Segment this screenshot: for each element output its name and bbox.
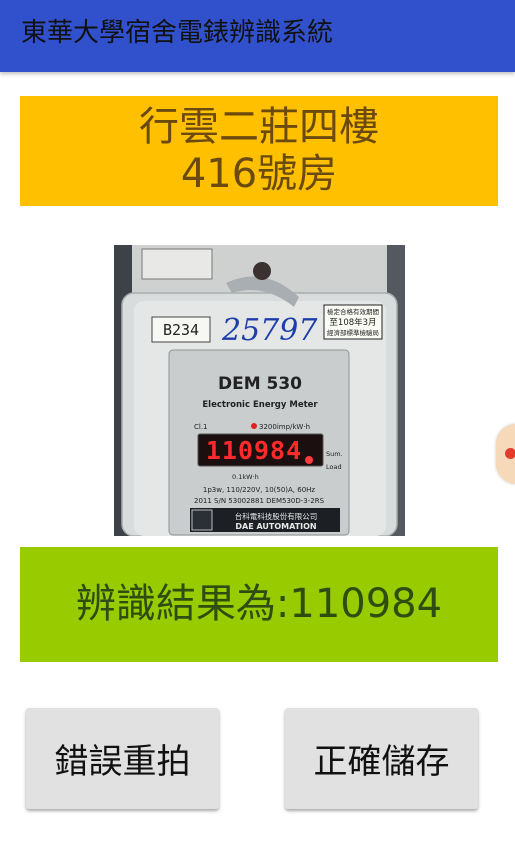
meter-spec: 1p3w, 110/220V, 10(50)A, 60Hz — [203, 486, 316, 494]
pulse-led — [251, 423, 257, 429]
sum-label: Sum. — [326, 450, 343, 458]
retake-button[interactable]: 錯誤重拍 — [26, 708, 219, 809]
edge-dot-icon — [505, 448, 515, 459]
floating-edge-handle[interactable] — [496, 424, 515, 484]
sticker-line1: 檢定合格有效期間 — [327, 307, 379, 316]
building-floor-label: 行雲二莊四樓 — [139, 104, 379, 150]
app-bar: 東華大學宿舍電錶辨識系統 — [0, 0, 515, 72]
sticker-line2: 至108年3月 — [329, 317, 376, 328]
meter-photo-image: B234 25797 檢定合格有效期間 至108年3月 經濟部標準檢驗局 DEM… — [114, 245, 405, 536]
meter-serial: 2011 S/N 53002881 DEM530D-3-2RS — [194, 497, 325, 505]
manufacturer-logo — [191, 509, 213, 531]
meter-tag-text: B234 — [163, 321, 199, 339]
meter-class: Cl.1 — [194, 423, 208, 431]
result-banner: 辨識結果為:110984 — [20, 547, 498, 662]
seal-knob — [253, 262, 271, 280]
room-number-label: 416號房 — [180, 151, 338, 197]
manufacturer-en: DAE AUTOMATION — [235, 522, 316, 531]
handwritten-number: 25797 — [221, 313, 318, 348]
room-banner: 行雲二莊四樓 416號房 — [20, 96, 498, 206]
meter-subtitle: Electronic Energy Meter — [202, 400, 318, 410]
save-button[interactable]: 正確儲存 — [285, 708, 478, 809]
meter-photo: B234 25797 檢定合格有效期間 至108年3月 經濟部標準檢驗局 DEM… — [114, 245, 405, 536]
meter-constant: 3200imp/kW·h — [259, 423, 310, 431]
sticker-line3: 經濟部標準檢驗局 — [327, 328, 379, 337]
meter-resolution: 0.1kW·h — [232, 473, 259, 481]
meter-display-value: 110984 — [206, 436, 302, 465]
meter-model: DEM 530 — [218, 374, 302, 394]
manufacturer-zh: 台科電科技股份有限公司 — [235, 511, 318, 521]
load-label: Load — [326, 463, 342, 471]
display-indicator — [305, 456, 313, 464]
upper-label — [141, 248, 213, 280]
app-title: 東華大學宿舍電錶辨識系統 — [21, 18, 334, 48]
